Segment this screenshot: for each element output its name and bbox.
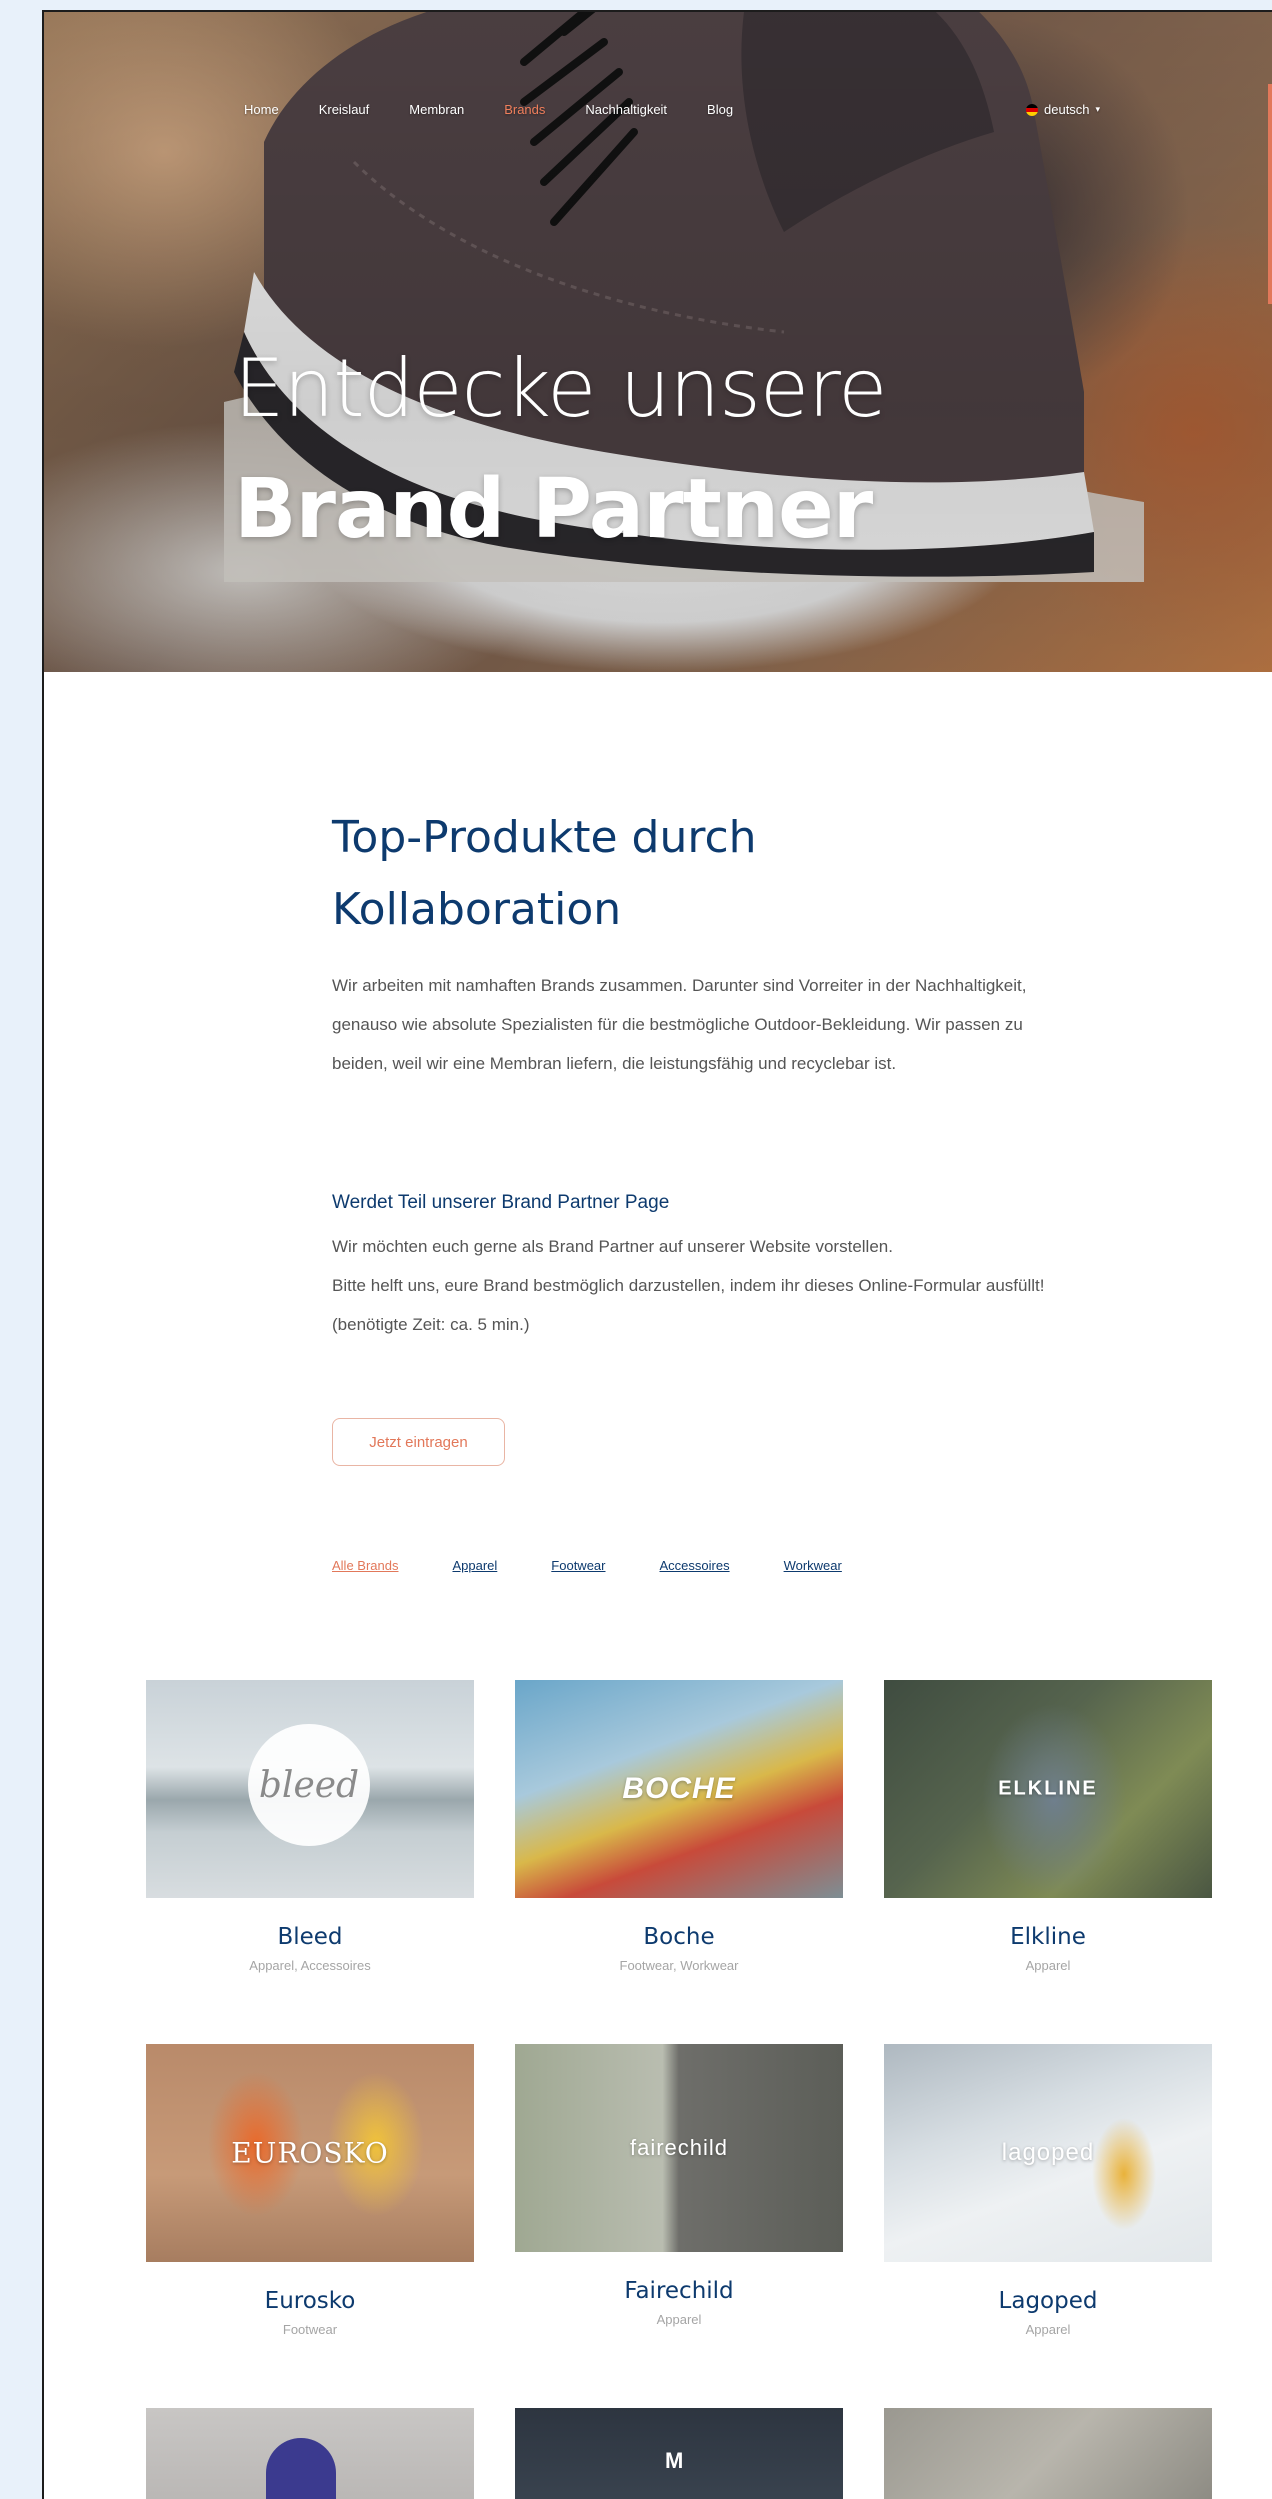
brand-card-fairechild[interactable]: fairechild Fairechild Apparel: [515, 2044, 843, 2327]
brand-image-row3-2[interactable]: M: [515, 2408, 843, 2499]
brand-categories: Footwear, Workwear: [619, 1958, 739, 1973]
brand-logo: lagoped: [1001, 2139, 1095, 2166]
brand-categories: Apparel, Accessoires: [249, 1958, 371, 1973]
nav-item-home[interactable]: Home: [244, 102, 279, 117]
filter-footwear[interactable]: Footwear: [551, 1558, 605, 1573]
hero-title-bold: Brand Partner: [234, 462, 873, 557]
filter-workwear[interactable]: Workwear: [784, 1558, 842, 1573]
partner-text-line1: Wir möchten euch gerne als Brand Partner…: [332, 1237, 893, 1256]
brand-logo: fairechild: [629, 2135, 729, 2160]
intro-text: Wir arbeiten mit namhaften Brands zusamm…: [332, 976, 1027, 1073]
partner-text: Wir möchten euch gerne als Brand Partner…: [332, 1227, 1052, 1344]
brand-filter-tabs: Alle Brands Apparel Footwear Accessoires…: [332, 1558, 896, 1573]
page-frame: Home Kreislauf Membran Brands Nachhaltig…: [42, 10, 1272, 2499]
chevron-down-icon: ▾: [1095, 104, 1101, 114]
brand-image: ELKLINE: [884, 1680, 1212, 1898]
brand-name: Lagoped: [998, 2288, 1098, 2314]
main-nav: Home Kreislauf Membran Brands Nachhaltig…: [244, 102, 773, 117]
language-label: deutsch: [1044, 102, 1090, 117]
brand-image: bleed: [146, 1680, 474, 1898]
partner-text-line2: Bitte helft uns, eure Brand bestmöglich …: [332, 1276, 1045, 1295]
nav-item-blog[interactable]: Blog: [707, 102, 733, 117]
brand-categories: Apparel: [656, 2312, 702, 2327]
brand-categories: Apparel: [1025, 1958, 1071, 1973]
partner-title: Werdet Teil unserer Brand Partner Page: [332, 1192, 670, 1213]
brand-logo: bleed: [248, 1724, 370, 1846]
brand-card-lagoped[interactable]: lagoped Lagoped Apparel: [884, 2044, 1212, 2337]
child-figure: [266, 2438, 336, 2499]
brand-image: EUROSKO: [146, 2044, 474, 2262]
german-flag-icon: [1026, 103, 1038, 116]
brand-name: Bleed: [277, 1924, 343, 1950]
brand-image: fairechild: [515, 2044, 843, 2252]
brand-image-row3-3[interactable]: [884, 2408, 1212, 2499]
brand-card-bleed[interactable]: bleed Bleed Apparel, Accessoires: [146, 1680, 474, 1973]
partner-text-line3: (benötigte Zeit: ca. 5 min.): [332, 1315, 530, 1334]
nav-item-nachhaltigkeit[interactable]: Nachhaltigkeit: [585, 102, 667, 117]
nav-item-membran[interactable]: Membran: [409, 102, 464, 117]
brand-card-elkline[interactable]: ELKLINE Elkline Apparel: [884, 1680, 1212, 1973]
nav-item-brands[interactable]: Brands: [504, 102, 545, 117]
filter-apparel[interactable]: Apparel: [452, 1558, 497, 1573]
brand-name: Elkline: [1010, 1924, 1086, 1950]
hero-accent-bar: [1268, 84, 1272, 304]
register-button[interactable]: Jetzt eintragen: [332, 1418, 505, 1466]
intro-section: Top-Produkte durch Kollaboration Wir arb…: [332, 802, 1052, 1083]
filter-all-brands[interactable]: Alle Brands: [332, 1558, 398, 1573]
intro-title-line1: Top-Produkte durch: [332, 812, 757, 863]
filter-accessoires[interactable]: Accessoires: [660, 1558, 730, 1573]
brand-logo: EUROSKO: [231, 2136, 389, 2170]
brand-name: Boche: [643, 1924, 715, 1950]
intro-title-line2: Kollaboration: [332, 884, 622, 935]
brand-logo: BOCHE: [622, 1772, 736, 1805]
brand-name: Eurosko: [264, 2288, 356, 2314]
nav-item-kreislauf[interactable]: Kreislauf: [319, 102, 370, 117]
hero-banner: Home Kreislauf Membran Brands Nachhaltig…: [44, 12, 1272, 672]
brand-logo: ELKLINE: [998, 1777, 1098, 1800]
language-selector[interactable]: deutsch ▾: [1026, 102, 1100, 117]
brand-image-row3-1[interactable]: [146, 2408, 474, 2499]
hero-title-light: Entdecke unsere: [234, 342, 887, 435]
brand-categories: Apparel: [1025, 2322, 1071, 2337]
brand-logo-icon: M: [665, 2448, 684, 2473]
brand-image: BOCHE: [515, 1680, 843, 1898]
brand-card-boche[interactable]: BOCHE Boche Footwear, Workwear: [515, 1680, 843, 1973]
brand-card-eurosko[interactable]: EUROSKO Eurosko Footwear: [146, 2044, 474, 2337]
brand-categories: Footwear: [282, 2322, 338, 2337]
brand-image: lagoped: [884, 2044, 1212, 2262]
brand-name: Fairechild: [624, 2278, 734, 2304]
